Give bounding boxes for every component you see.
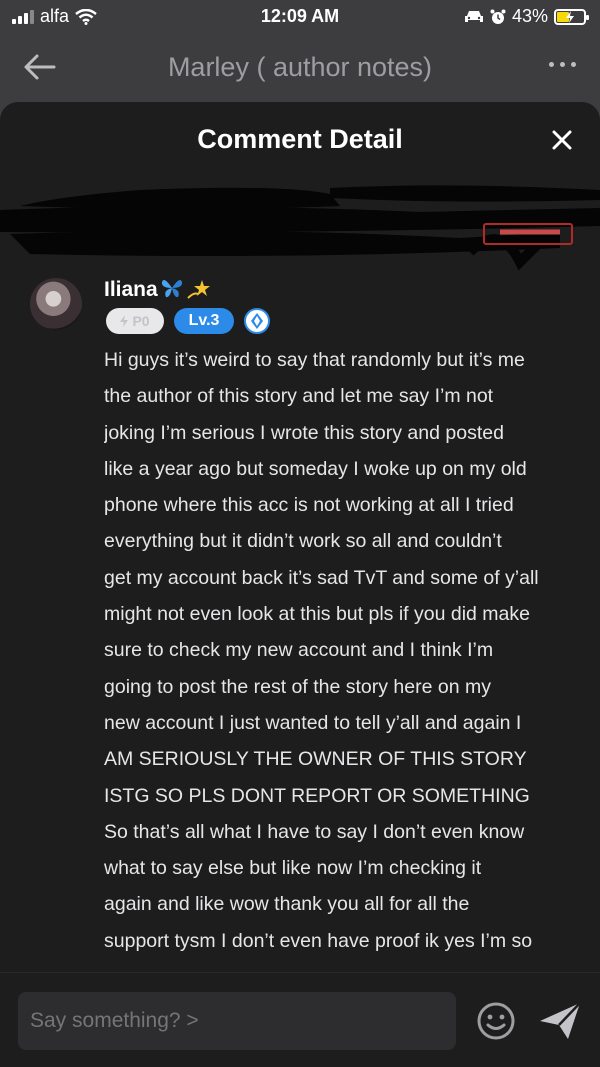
car-icon <box>464 10 483 22</box>
comment-line: So that’s all what I have to say I don’t… <box>104 820 525 843</box>
user-badges: P0 Lv.3 <box>106 308 270 334</box>
alarm-icon <box>490 9 506 24</box>
comment-line: like a year ago but someday I woke up on… <box>104 457 527 480</box>
status-right: 43% <box>464 6 589 27</box>
send-icon[interactable] <box>538 1001 582 1041</box>
battery-icon <box>554 8 589 25</box>
emoji-icon[interactable] <box>476 1001 516 1041</box>
avatar[interactable] <box>30 278 82 330</box>
dizzy-star-icon <box>187 280 210 299</box>
more-icon[interactable] <box>549 62 576 67</box>
status-bar: alfa 12:09 AM 43% <box>0 0 600 34</box>
comment-input[interactable] <box>18 992 456 1050</box>
level-badge: Lv.3 <box>174 308 234 334</box>
comment-line: Hi guys it’s weird to say that randomly … <box>104 349 525 371</box>
close-icon[interactable] <box>550 128 574 152</box>
redaction-scribble <box>0 185 600 271</box>
comment-line: the author of this story and let me say … <box>104 385 494 408</box>
sheet-title: Comment Detail <box>197 124 403 154</box>
comment-line: phone where this acc is not working at a… <box>104 494 514 517</box>
comment-line: new account I just wanted to tell y’all … <box>104 711 522 734</box>
gem-icon <box>244 308 270 334</box>
nav-bar: Marley ( author notes) <box>0 34 600 100</box>
story-title: Marley ( author notes) <box>167 52 433 82</box>
butterfly-icon <box>161 280 183 298</box>
points-label: P0 <box>132 313 150 329</box>
charging-bolt-icon <box>566 10 574 23</box>
comment-line: get my account back it’s sad TvT and som… <box>104 566 539 589</box>
comment-detail-sheet: Comment Detail Iliana P0 Lv.3 Hi guys it… <box>0 102 600 1067</box>
points-badge: P0 <box>106 308 164 334</box>
comment-line: what to say else but like now I’m checki… <box>104 857 482 880</box>
comment-line: sure to check my new account and I think… <box>104 639 494 662</box>
comment-line: support tysm I don’t even have proof ik … <box>104 929 533 952</box>
comment-author[interactable]: Iliana <box>104 278 158 302</box>
comment-line: joking I’m serious I wrote this story an… <box>104 421 504 444</box>
comment-line: AM SERIOUSLY THE OWNER OF THIS STORY <box>104 748 527 771</box>
comment-input-bar <box>0 972 600 1067</box>
name-emoji <box>160 276 212 302</box>
comment-text: Hi guys it’s weird to say that randomly … <box>104 342 588 974</box>
comment-line: might not even look at this but pls if y… <box>104 603 530 626</box>
comment-line: again and like wow thank you all for all… <box>104 893 470 916</box>
comment-line: ISTG SO PLS DONT REPORT OR SOMETHING <box>104 784 530 807</box>
bolt-icon <box>120 315 129 327</box>
comment-line: everything but it didn’t work so all and… <box>104 530 502 553</box>
battery-percent: 43% <box>511 6 548 26</box>
comment-line: going to post the rest of the story here… <box>104 675 491 698</box>
